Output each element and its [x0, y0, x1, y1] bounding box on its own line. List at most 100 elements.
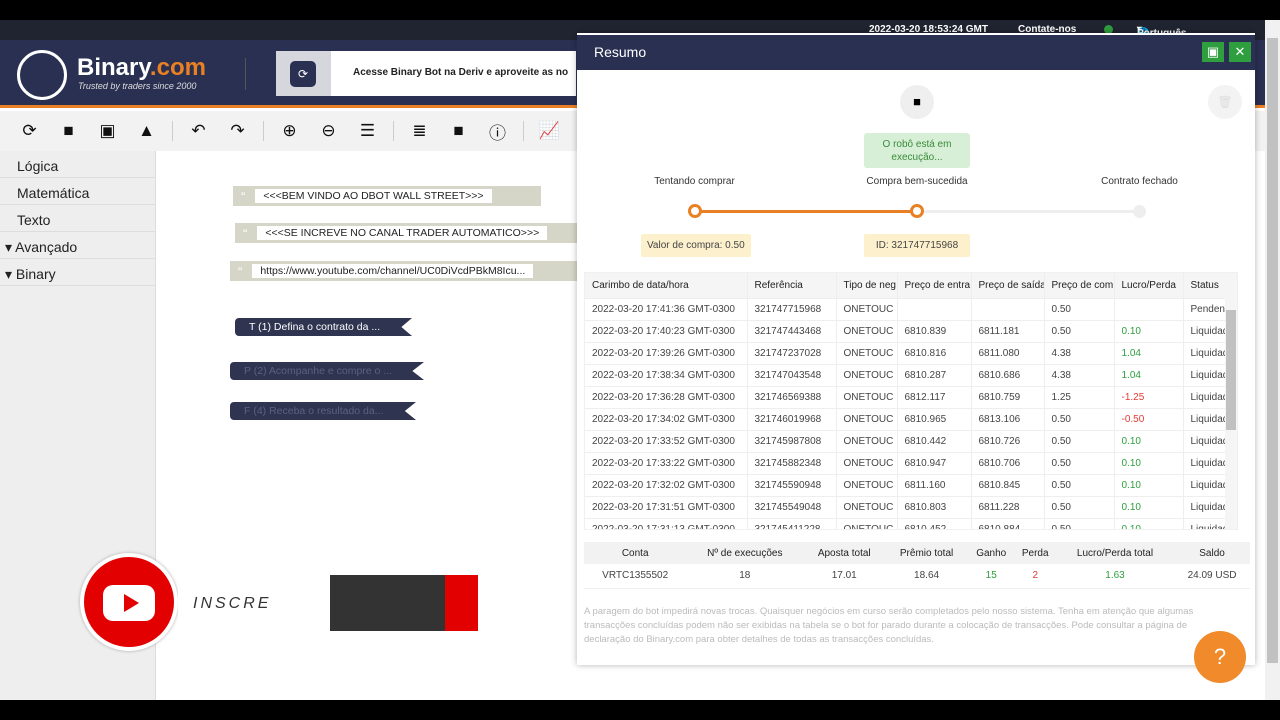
table-cell: 6810.947 — [897, 451, 972, 474]
redo-icon[interactable]: ↷ — [218, 121, 257, 141]
sidebar-item-logica[interactable]: Lógica — [0, 151, 155, 178]
zoom-out-icon[interactable]: ⊖ — [309, 121, 348, 141]
table-cell: 1.25 — [1044, 385, 1115, 408]
column-header: Preço de saída — [971, 273, 1045, 298]
table-cell: ONETOUC — [836, 429, 898, 452]
sidebar-item-binary[interactable]: ▾ Binary — [0, 259, 155, 286]
table-cell: ONETOUC — [836, 363, 898, 386]
summary-list-icon[interactable]: ≣ — [400, 121, 439, 141]
table-cell: 6810.706 — [971, 451, 1045, 474]
table-cell: 2022-03-20 17:40:23 GMT-0300 — [585, 319, 748, 342]
table-cell: 6813.106 — [971, 407, 1045, 430]
page-scrollbar[interactable] — [1265, 20, 1280, 700]
table-cell: 0.50 — [1044, 407, 1115, 430]
binary-logo-icon — [17, 50, 67, 100]
save-icon[interactable]: ▣ — [88, 121, 127, 141]
summary-header: Conta Nº de execuções Aposta total Prêmio t… — [584, 542, 1250, 564]
column-header: Carimbo de data/hora — [585, 273, 748, 298]
table-row: 2022-03-20 17:39:26 GMT-0300 321747237028… — [585, 341, 1237, 364]
summary-dialog: Resumo ▣ ✕ ■ 🗑 O robô está em execução..… — [577, 33, 1255, 665]
undo-icon[interactable]: ↶ — [179, 121, 218, 141]
table-cell: 321746569388 — [747, 385, 837, 408]
sidebar-item-avancado[interactable]: ▾ Avançado — [0, 232, 155, 259]
column-header: Status — [1183, 273, 1237, 298]
summary-column-header: Aposta total — [803, 542, 886, 564]
table-row: 2022-03-20 17:33:52 GMT-0300 321745987808… — [585, 429, 1237, 452]
reload-icon[interactable]: ⟳ — [10, 121, 49, 141]
brand-logo[interactable]: Binary.com — [77, 54, 206, 82]
table-cell: 0.50 — [1044, 297, 1115, 320]
stop-bot-button[interactable]: ■ — [900, 85, 934, 119]
zoom-in-icon[interactable]: ⊕ — [270, 121, 309, 141]
table-scrollbar[interactable] — [1225, 298, 1237, 529]
text-block[interactable]: “<<<SE INCREVE NO CANAL TRADER AUTOMATIC… — [235, 223, 580, 243]
summary-column-header: Lucro/Perda total — [1055, 542, 1175, 564]
info-icon[interactable]: ⓘ — [478, 119, 517, 144]
table-cell: 0.50 — [1044, 451, 1115, 474]
step-node — [1133, 205, 1146, 218]
deriv-banner[interactable]: ⟳ Acesse Binary Bot na Deriv e aproveite… — [276, 51, 576, 96]
open-folder-icon[interactable]: ■ — [49, 121, 88, 141]
table-cell: 6811.181 — [971, 319, 1045, 342]
table-cell: 2022-03-20 17:38:34 GMT-0300 — [585, 363, 748, 386]
contract-id-tooltip: ID: 321747715968 — [864, 234, 970, 257]
summary-cell: 15 — [985, 570, 997, 582]
table-cell: 6810.845 — [971, 473, 1045, 496]
table-cell: 321746019968 — [747, 407, 837, 430]
table-cell: 6812.117 — [897, 385, 972, 408]
table-cell: 6810.759 — [971, 385, 1045, 408]
question-icon: ? — [1213, 644, 1227, 669]
table-cell: 2022-03-20 17:36:28 GMT-0300 — [585, 385, 748, 408]
close-icon[interactable]: ✕ — [1229, 42, 1251, 62]
subscribe-overlay-accent — [445, 575, 478, 631]
table-cell: 2022-03-20 17:31:13 GMT-0300 — [585, 517, 748, 529]
table-cell: 6810.726 — [971, 429, 1045, 452]
table-cell: 2022-03-20 17:33:52 GMT-0300 — [585, 429, 748, 452]
table-cell: 2022-03-20 17:34:02 GMT-0300 — [585, 407, 748, 430]
stop-icon[interactable]: ■ — [439, 121, 478, 141]
summary-cell: 18 — [739, 570, 751, 582]
table-cell: 6810.803 — [897, 495, 972, 518]
help-button[interactable]: ? — [1194, 631, 1246, 683]
rearrange-icon[interactable]: ☰ — [348, 121, 387, 141]
table-cell: 6810.442 — [897, 429, 972, 452]
stop-icon: ■ — [913, 94, 921, 109]
text-block[interactable]: “<<<BEM VINDO AO DBOT WALL STREET>>> — [233, 186, 541, 206]
table-cell: 0.50 — [1044, 495, 1115, 518]
summary-cell: 1.63 — [1105, 570, 1125, 582]
google-drive-icon[interactable]: ▲ — [127, 121, 166, 141]
tagline: Trusted by traders since 2000 — [78, 81, 197, 91]
bottom-black-bar — [0, 700, 1280, 720]
table-cell: 6810.452 — [897, 517, 972, 529]
table-cell: 0.10 — [1114, 429, 1184, 452]
table-row: 2022-03-20 17:34:02 GMT-0300 321746019968… — [585, 407, 1237, 430]
summary-column-header: Saldo — [1174, 542, 1250, 564]
table-cell: -1.25 — [1114, 385, 1184, 408]
purchase-block[interactable]: P (2) Acompanhe e compre o ... — [230, 362, 424, 380]
sidebar-item-texto[interactable]: Texto — [0, 205, 155, 232]
trade-definition-block[interactable]: T (1) Defina o contrato da ... — [235, 318, 412, 336]
clear-stats-button[interactable]: 🗑 — [1208, 85, 1242, 119]
summary-cell: 2 — [1032, 570, 1038, 582]
table-cell: -0.50 — [1114, 407, 1184, 430]
after-purchase-block[interactable]: F (4) Receba o resultado da... — [230, 402, 416, 420]
divider — [393, 121, 394, 141]
table-cell: 1.04 — [1114, 341, 1184, 364]
summary-cell: 18.64 — [914, 570, 940, 582]
table-cell: 321747443468 — [747, 319, 837, 342]
table-row: 2022-03-20 17:31:13 GMT-0300 321745411228… — [585, 517, 1237, 529]
table-cell: 6810.287 — [897, 363, 972, 386]
save-icon[interactable]: ▣ — [1202, 42, 1224, 62]
column-header: Lucro/Perda — [1114, 273, 1184, 298]
table-cell: 0.50 — [1044, 517, 1115, 529]
sidebar-item-matematica[interactable]: Matemática — [0, 178, 155, 205]
table-cell: 4.38 — [1044, 341, 1115, 364]
text-block[interactable]: “https://www.youtube.com/channel/UC0DiVc… — [230, 261, 580, 281]
table-cell: 321745987808 — [747, 429, 837, 452]
dialog-title: Resumo — [577, 35, 1255, 70]
divider — [172, 121, 173, 141]
progress-line-done — [695, 210, 917, 213]
table-cell: ONETOUC — [836, 319, 898, 342]
table-cell — [897, 297, 972, 320]
chart-icon[interactable]: 📈 — [530, 121, 569, 141]
